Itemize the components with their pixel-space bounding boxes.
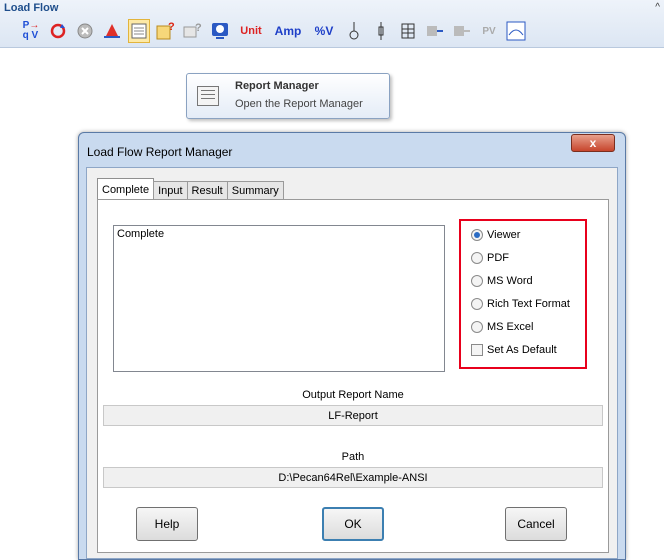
help-button[interactable]: Help [136,507,198,541]
ok-button[interactable]: OK [322,507,384,541]
report-manager-icon[interactable] [128,19,150,43]
radio-ms-word[interactable] [471,275,483,287]
radio-rich-text[interactable] [471,298,483,310]
pq-icon[interactable]: PV [478,19,500,43]
toolbar-icons: P→ q V ? ? Unit Amp %V PV [20,18,532,44]
dialog-client-area: Complete Input Result Summary Complete V… [86,167,618,559]
set-default-checkbox[interactable] [471,344,483,356]
tooltip-title: Report Manager [235,80,319,92]
set-as-default[interactable]: Set As Default [471,342,557,358]
report-help-icon[interactable]: ? [155,19,177,43]
percent-v-icon[interactable]: %V [310,19,338,43]
tab-summary[interactable]: Summary [226,181,284,200]
gen-icon[interactable] [451,19,473,43]
tab-input[interactable]: Input [153,181,188,200]
output-report-name-field[interactable]: LF-Report [103,405,603,426]
radio-ms-excel[interactable] [471,321,483,333]
tab-complete[interactable]: Complete [97,178,155,200]
svg-text:?: ? [168,21,175,33]
tab-result[interactable]: Result [186,181,228,200]
meter-icon[interactable] [505,19,527,43]
report-tabs: Complete Input Result Summary [97,178,284,200]
set-default-label: Set As Default [487,344,557,356]
stop-icon[interactable] [74,19,96,43]
cancel-button[interactable]: Cancel [505,507,567,541]
display-icon[interactable] [209,19,231,43]
unit-icon[interactable]: Unit [236,19,266,43]
close-button[interactable]: x [571,134,615,152]
option-ms-excel[interactable]: MS Excel [471,319,533,335]
report-listbox[interactable]: Complete [113,225,445,372]
output-format-group: Viewer PDF MS Word Rich Text Format MS E… [459,219,587,369]
load-icon[interactable] [424,19,446,43]
option-ms-word[interactable]: MS Word [471,273,533,289]
path-field[interactable]: D:\Pecan64Rel\Example-ANSI [103,467,603,488]
option-label: Viewer [487,229,521,241]
option-label: PDF [487,252,509,264]
option-rich-text[interactable]: Rich Text Format [471,296,570,312]
report-manager-tooltip: Report Manager Open the Report Manager [186,73,390,119]
alarm-icon[interactable] [101,19,123,43]
toolbar-title: Load Flow [4,2,59,14]
report-manager-icon [197,86,219,106]
list-item[interactable]: Complete [117,228,164,240]
dialog-title: Load Flow Report Manager [87,145,233,159]
amp-icon[interactable]: Amp [271,19,305,43]
report-query-icon[interactable]: ? [182,19,204,43]
report-manager-dialog: Load Flow Report Manager x Complete Inpu… [78,132,626,560]
path-label: Path [341,451,365,463]
refresh-icon[interactable] [47,19,69,43]
option-pdf[interactable]: PDF [471,250,509,266]
option-label: MS Excel [487,321,534,333]
option-viewer[interactable]: Viewer [471,227,520,243]
tooltip-description: Open the Report Manager [235,98,363,110]
load-flow-toolbar: Load Flow ^ P→ q V ? ? Unit Amp %V PV [0,0,664,48]
output-report-name-label: Output Report Name [302,389,404,401]
svg-text:?: ? [195,22,202,34]
radio-viewer[interactable] [471,229,483,241]
option-label: Rich Text Format [487,298,570,310]
toolbar-collapse-icon[interactable]: ^ [655,2,660,13]
grid-icon[interactable] [397,19,419,43]
bus-icon[interactable] [370,19,392,43]
radio-pdf[interactable] [471,252,483,264]
option-label: MS Word [487,275,533,287]
pq-v-icon[interactable]: P→ q V [20,19,42,43]
probe-icon[interactable] [343,19,365,43]
